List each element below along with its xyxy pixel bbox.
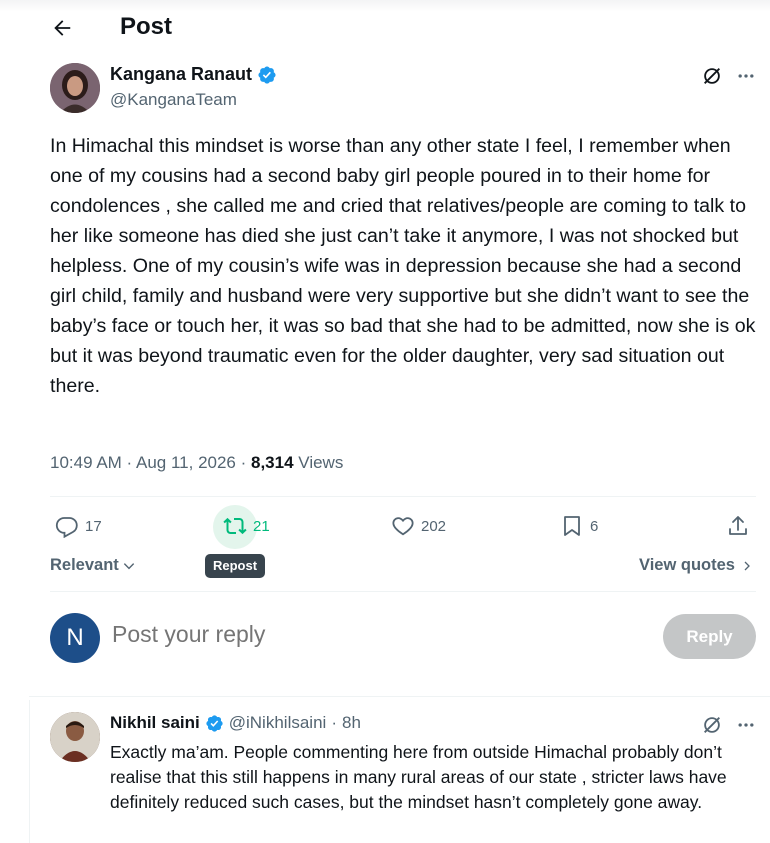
divider	[50, 496, 756, 497]
reply-time[interactable]: 8h	[342, 713, 361, 733]
like-count: 202	[421, 517, 447, 535]
repost-icon	[223, 517, 247, 535]
header: Post	[0, 0, 770, 56]
reply-author-name[interactable]: Nikhil saini	[110, 713, 200, 733]
reply-header: Nikhil saini @iNikhilsaini · 8h	[110, 713, 361, 733]
reply-grok-button[interactable]	[699, 712, 725, 738]
reply-input[interactable]	[112, 621, 632, 648]
repost-action[interactable]: 21	[223, 514, 270, 538]
reply-action[interactable]: 17	[55, 514, 102, 538]
reply-button[interactable]: Reply	[663, 614, 756, 659]
grok-button[interactable]	[699, 63, 725, 89]
share-icon	[729, 516, 747, 535]
post-time[interactable]: 10:49 AM	[50, 453, 122, 472]
more-horizontal-icon	[738, 723, 754, 727]
author-name[interactable]: Kangana Ranaut	[110, 64, 252, 85]
arrow-left-icon	[54, 20, 71, 36]
more-options-button[interactable]	[733, 63, 759, 89]
sort-label: Relevant	[50, 556, 119, 574]
more-horizontal-icon	[738, 74, 754, 78]
post-text: In Himachal this mindset is worse than a…	[50, 135, 756, 397]
reply-more-options-button[interactable]	[733, 712, 759, 738]
bookmark-action[interactable]: 6	[560, 514, 598, 538]
current-user-avatar[interactable]: N	[50, 613, 100, 663]
chevron-down-icon	[123, 562, 134, 569]
back-button[interactable]	[44, 10, 80, 46]
reply-author-avatar[interactable]	[50, 712, 100, 762]
view-quotes-link[interactable]: View quotes	[639, 556, 753, 575]
bookmark-count: 6	[590, 517, 599, 535]
post-meta: 10:49 AM · Aug 11, 2026 · 8,314 Views	[50, 453, 344, 472]
post-date[interactable]: Aug 11, 2026	[136, 453, 236, 472]
reply-text: Exactly ma’am. People commenting here fr…	[110, 742, 727, 812]
author-avatar[interactable]	[50, 63, 100, 113]
author-handle[interactable]: @KanganaTeam	[110, 90, 237, 110]
divider	[29, 696, 770, 697]
repost-tooltip: Repost	[205, 554, 266, 578]
reply-avatar-image	[50, 712, 100, 762]
share-action[interactable]	[726, 514, 750, 538]
thread-border	[29, 700, 30, 843]
reply-count: 17	[85, 517, 102, 535]
heart-icon	[392, 517, 414, 536]
view-quotes-label: View quotes	[639, 556, 735, 574]
grok-icon	[704, 717, 720, 733]
repost-count: 21	[253, 517, 270, 535]
verified-badge-icon	[206, 714, 223, 732]
author-name-row: Kangana Ranaut	[110, 64, 277, 85]
sort-dropdown[interactable]: Relevant	[50, 556, 136, 575]
page-title: Post	[120, 13, 173, 40]
views-count: 8,314	[251, 453, 294, 472]
reply-author-handle[interactable]: @iNikhilsaini	[229, 713, 327, 733]
chevron-right-icon	[744, 561, 750, 570]
author-avatar-image	[50, 63, 100, 113]
divider	[50, 591, 756, 592]
like-action[interactable]: 202	[391, 514, 446, 538]
comment-icon	[55, 517, 78, 538]
views-label: Views	[298, 453, 344, 472]
grok-icon	[704, 68, 720, 84]
verified-badge-icon	[258, 65, 276, 84]
bookmark-icon	[564, 516, 580, 536]
separator-dot: ·	[331, 713, 337, 732]
